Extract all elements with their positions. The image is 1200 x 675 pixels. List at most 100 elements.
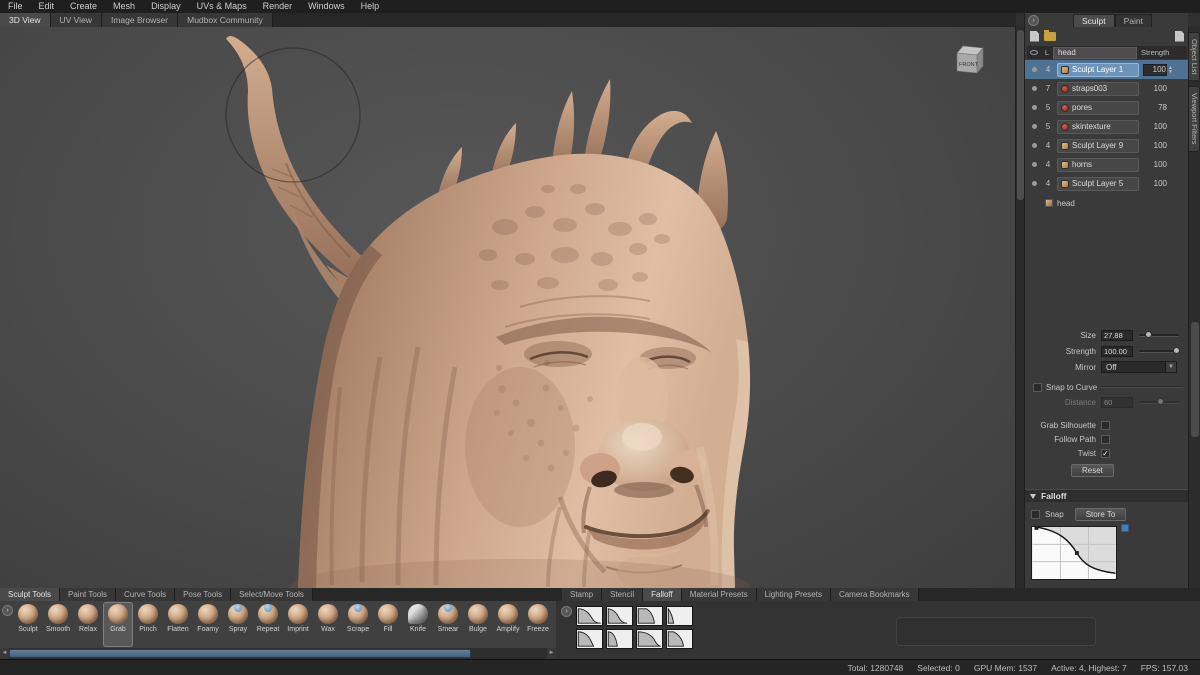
layer-chip[interactable]: Sculpt Layer 9 <box>1057 139 1139 153</box>
sculpt-tool-item[interactable]: Grab <box>103 602 133 647</box>
sculpt-tool-item[interactable]: Repeat <box>253 602 283 647</box>
layer-strength-value[interactable]: 100 <box>1143 160 1167 169</box>
size-slider[interactable] <box>1139 334 1179 337</box>
layer-name-header[interactable]: head <box>1053 47 1137 59</box>
panel-scrollbar[interactable] <box>1191 322 1199 437</box>
sculpt-tool-item[interactable]: Scrape <box>343 602 373 647</box>
falloff-preset-tile[interactable] <box>576 629 603 649</box>
layer-chip[interactable]: Sculpt Layer 1 <box>1057 63 1139 77</box>
sculpt-tool-item[interactable]: Smear <box>433 602 463 647</box>
layer-options-icon[interactable] <box>1175 31 1184 42</box>
grab-silhouette-checkbox[interactable] <box>1101 421 1110 430</box>
layer-chip[interactable]: horns <box>1057 158 1139 172</box>
menu-item[interactable]: Display <box>143 0 189 13</box>
preset-tray-menu-button[interactable]: › <box>561 606 572 617</box>
layer-chip[interactable]: skintexture <box>1057 120 1139 134</box>
view-tab[interactable]: Mudbox Community <box>178 13 273 27</box>
menu-item[interactable]: Render <box>255 0 301 13</box>
layer-visibility-dot[interactable] <box>1032 181 1037 186</box>
layer-visibility-dot[interactable] <box>1032 86 1037 91</box>
view-tab[interactable]: 3D View <box>0 13 51 27</box>
scroll-right-icon[interactable]: ► <box>547 648 556 659</box>
tool-category-tab[interactable]: Pose Tools <box>175 588 231 601</box>
distance-slider[interactable] <box>1139 401 1179 404</box>
tool-category-tab[interactable]: Sculpt Tools <box>0 588 60 601</box>
sculpt-tool-item[interactable]: Amplify <box>493 602 523 647</box>
menu-item[interactable]: UVs & Maps <box>189 0 255 13</box>
preset-tab[interactable]: Stamp <box>562 588 602 601</box>
view-tab[interactable]: Image Browser <box>102 13 178 27</box>
layer-visibility-dot[interactable] <box>1032 67 1037 72</box>
twist-checkbox[interactable]: ✓ <box>1101 449 1110 458</box>
falloff-preset-tile[interactable] <box>606 629 633 649</box>
layer-visibility-dot[interactable] <box>1032 162 1037 167</box>
layer-row[interactable]: 4 Sculpt Layer 9 100 ▲▼ <box>1025 136 1189 155</box>
tray-scrollbar-thumb[interactable] <box>9 649 471 658</box>
layer-row[interactable]: 7 straps003 100 ▲▼ <box>1025 79 1189 98</box>
tool-category-tab[interactable]: Curve Tools <box>116 588 175 601</box>
falloff-section-header[interactable]: Falloff <box>1025 489 1189 502</box>
layers-mode-tab[interactable]: Sculpt <box>1073 14 1115 27</box>
falloff-preset-tile[interactable] <box>636 629 663 649</box>
new-group-icon[interactable] <box>1044 32 1056 41</box>
falloff-curve-editor[interactable] <box>1031 526 1117 580</box>
strength-slider[interactable] <box>1139 350 1179 353</box>
sculpt-tool-item[interactable]: Imprint <box>283 602 313 647</box>
falloff-preset-tile[interactable] <box>636 606 663 626</box>
layer-strength-value[interactable]: 100 <box>1143 179 1167 188</box>
sculpt-tool-item[interactable]: Pinch <box>133 602 163 647</box>
sculpt-tool-item[interactable]: Fill <box>373 602 403 647</box>
menu-item[interactable]: Create <box>62 0 105 13</box>
3d-viewport[interactable]: FRONT <box>0 27 1015 588</box>
preset-tab[interactable]: Falloff <box>643 588 682 601</box>
layer-row[interactable]: 4 Sculpt Layer 1 100 ▲▼ <box>1025 60 1189 79</box>
side-panel-tab[interactable]: Object List <box>1189 32 1200 81</box>
layer-chip[interactable]: straps003 <box>1057 82 1139 96</box>
sculpt-tool-item[interactable]: Foamy <box>193 602 223 647</box>
scroll-left-icon[interactable]: ◄ <box>0 648 9 659</box>
sculpt-tool-item[interactable]: Knife <box>403 602 433 647</box>
side-panel-tab[interactable]: Viewport Filters <box>1189 86 1200 152</box>
layer-strength-value[interactable]: 100 <box>1143 141 1167 150</box>
store-to-button[interactable]: Store To <box>1075 508 1127 521</box>
sculpt-tool-item[interactable]: Sculpt <box>13 602 43 647</box>
mirror-dropdown[interactable]: Off ▼ <box>1101 361 1177 373</box>
snap-to-curve-checkbox[interactable] <box>1033 383 1042 392</box>
layer-visibility-dot[interactable] <box>1032 124 1037 129</box>
viewport-scrollbar[interactable] <box>1015 27 1024 588</box>
falloff-preset-tile[interactable] <box>606 606 633 626</box>
sculpt-tool-item[interactable]: Smooth <box>43 602 73 647</box>
falloff-snap-checkbox[interactable] <box>1031 510 1040 519</box>
layer-row[interactable]: 5 pores 78 ▲▼ <box>1025 98 1189 117</box>
view-cube[interactable]: FRONT <box>953 41 989 77</box>
layer-row[interactable]: 5 skintexture 100 ▲▼ <box>1025 117 1189 136</box>
menu-item[interactable]: Help <box>353 0 388 13</box>
tray-scrollbar[interactable]: ◄ ► <box>0 648 556 659</box>
distance-input[interactable]: 60 <box>1101 397 1133 408</box>
sculpt-tool-item[interactable]: Wax <box>313 602 343 647</box>
sculpt-tool-item[interactable]: Freeze <box>523 602 553 647</box>
layer-chip[interactable]: pores <box>1057 101 1139 115</box>
falloff-preset-tile[interactable] <box>666 606 693 626</box>
layers-mode-tab[interactable]: Paint <box>1115 14 1152 27</box>
layer-row[interactable]: 4 horns 100 ▲▼ <box>1025 155 1189 174</box>
view-tab[interactable]: UV View <box>51 13 102 27</box>
tool-category-tab[interactable]: Paint Tools <box>60 588 116 601</box>
layer-visibility-dot[interactable] <box>1032 105 1037 110</box>
preset-tab[interactable]: Camera Bookmarks <box>831 588 919 601</box>
layer-strength-value[interactable]: 78 <box>1143 103 1167 112</box>
falloff-preset-tile[interactable] <box>576 606 603 626</box>
layer-chip[interactable]: Sculpt Layer 5 <box>1057 177 1139 191</box>
menu-item[interactable]: Edit <box>31 0 63 13</box>
menu-item[interactable]: Windows <box>300 0 353 13</box>
size-input[interactable]: 27.88 <box>1101 330 1133 341</box>
layer-strength-value[interactable]: 100 <box>1143 64 1167 76</box>
menu-item[interactable]: Mesh <box>105 0 143 13</box>
new-layer-icon[interactable] <box>1030 31 1039 42</box>
follow-path-checkbox[interactable] <box>1101 435 1110 444</box>
layer-visibility-dot[interactable] <box>1032 143 1037 148</box>
strength-input[interactable]: 100.00 <box>1101 346 1133 357</box>
reset-button[interactable]: Reset <box>1071 464 1114 477</box>
curve-save-icon[interactable] <box>1121 524 1129 532</box>
panel-menu-button[interactable]: › <box>1028 15 1039 26</box>
